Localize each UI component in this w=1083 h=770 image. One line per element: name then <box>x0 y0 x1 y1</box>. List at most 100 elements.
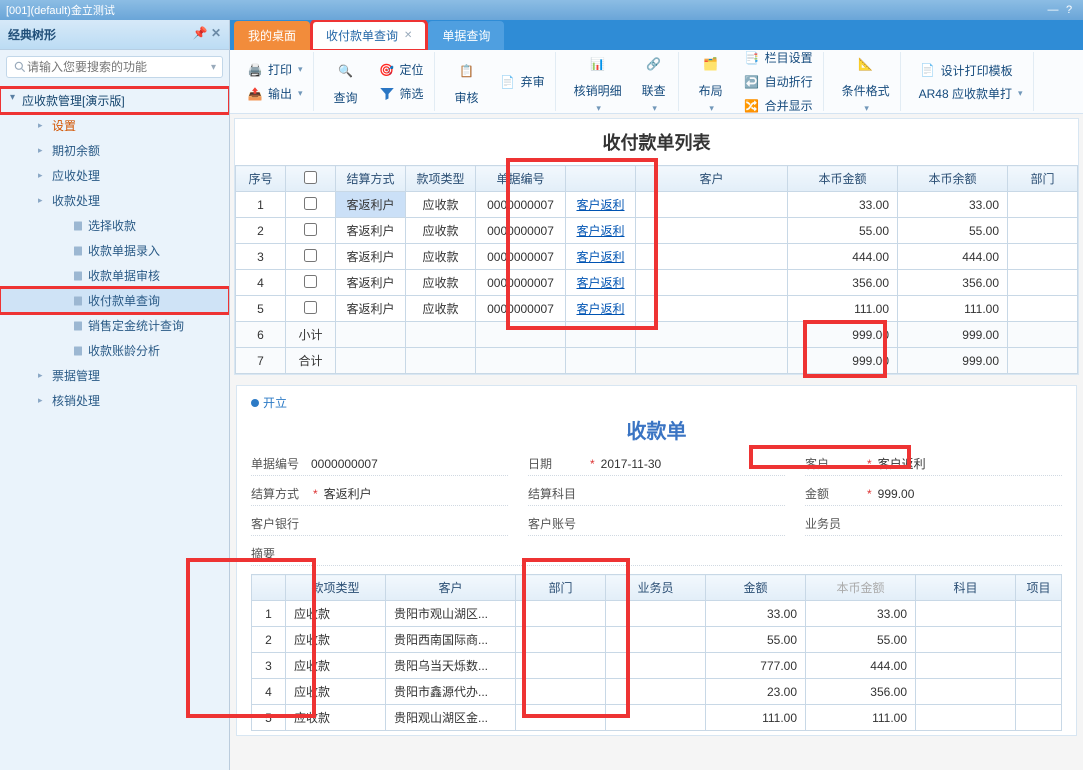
tree-leaf-deposit[interactable]: 销售定金统计查询 <box>0 313 229 338</box>
search-input[interactable] <box>27 60 211 74</box>
cell-subj <box>916 601 1016 627</box>
detail-icon: 📊 <box>584 50 612 78</box>
cell-check[interactable] <box>286 296 336 322</box>
export-button[interactable]: 📤输出 <box>242 83 307 105</box>
table-row[interactable]: 5 客返利户 应收款 0000000007 客户返利 111.00 111.00 <box>236 296 1078 322</box>
dcol-dept[interactable]: 部门 <box>516 575 606 601</box>
dcol-sales[interactable]: 业务员 <box>606 575 706 601</box>
cell-check[interactable] <box>286 244 336 270</box>
cell-cust[interactable]: 贵阳市鑫源代办... <box>386 679 516 705</box>
detail-header-row: 款项类型 客户 部门 业务员 金额 本币金额 科目 项目 <box>252 575 1062 601</box>
locate-icon: 🎯 <box>378 61 396 79</box>
sidebar-search[interactable]: ▾ <box>6 56 223 78</box>
col-cust[interactable]: 客户 <box>636 166 788 192</box>
dcol-cust[interactable]: 客户 <box>386 575 516 601</box>
cell-settle: 客返利户 <box>336 296 406 322</box>
autowrap-button[interactable]: ↩️自动折行 <box>739 71 817 93</box>
colset-button[interactable]: 📑栏目设置 <box>739 47 817 69</box>
abandon-icon: 📄 <box>499 73 517 91</box>
table-row[interactable]: 4 应收款 贵阳市鑫源代办... 23.00 356.00 <box>252 679 1062 705</box>
cell-seq: 1 <box>236 192 286 218</box>
layout-icon: 🗂️ <box>697 50 725 78</box>
cell-cust-link[interactable]: 客户返利 <box>566 296 636 322</box>
cell-cust[interactable]: 贵阳乌当天烁数... <box>386 653 516 679</box>
check-all[interactable] <box>304 171 317 184</box>
tab-desktop[interactable]: 我的桌面 <box>234 21 310 50</box>
cell-proj <box>1016 679 1062 705</box>
help-icon[interactable]: ? <box>1061 4 1077 16</box>
cell-cust[interactable]: 贵阳观山湖区金... <box>386 705 516 731</box>
tree-root[interactable]: 应收款管理[演示版] <box>0 88 229 113</box>
table-row[interactable]: 2 客返利户 应收款 0000000007 客户返利 55.00 55.00 <box>236 218 1078 244</box>
cell-cust-link[interactable]: 客户返利 <box>566 270 636 296</box>
dcol-type[interactable]: 款项类型 <box>286 575 386 601</box>
close-icon[interactable]: ✕ <box>404 30 412 41</box>
sidebar-close-icon[interactable]: ✕ <box>211 26 221 40</box>
cell-sales <box>606 653 706 679</box>
table-row[interactable]: 3 客返利户 应收款 0000000007 客户返利 444.00 444.00 <box>236 244 1078 270</box>
tab-query[interactable]: 收付款单查询✕ <box>312 21 426 50</box>
minimize-icon[interactable]: — <box>1045 4 1061 16</box>
abandon-button[interactable]: 📄弃审 <box>495 71 549 93</box>
tree-leaf-aging[interactable]: 收款账龄分析 <box>0 338 229 363</box>
search-icon <box>13 60 27 74</box>
cell-check[interactable] <box>286 270 336 296</box>
ar48-button[interactable]: AR48 应收款单打 <box>915 83 1027 104</box>
tree-leaf-select[interactable]: 选择收款 <box>0 213 229 238</box>
col-dept[interactable]: 部门 <box>1008 166 1078 192</box>
tree-leaf-entry[interactable]: 收款单据录入 <box>0 238 229 263</box>
dcol-proj[interactable]: 项目 <box>1016 575 1062 601</box>
locate-button[interactable]: 🎯定位 <box>374 59 428 81</box>
cell-cust-link[interactable]: 客户返利 <box>566 218 636 244</box>
cell-cust[interactable]: 贵阳西南国际商... <box>386 627 516 653</box>
query-button[interactable]: 🔍查询 <box>328 55 364 108</box>
tree-leaf-query[interactable]: 收付款单查询 <box>0 288 229 313</box>
table-row[interactable]: 1 应收款 贵阳市观山湖区... 33.00 33.00 <box>252 601 1062 627</box>
col-settle[interactable]: 结算方式 <box>336 166 406 192</box>
dcol-bbamt[interactable]: 本币金额 <box>806 575 916 601</box>
tree-opening[interactable]: 期初余额 <box>0 138 229 163</box>
search-dropdown-icon[interactable]: ▾ <box>211 62 216 73</box>
dcol-amt[interactable]: 金额 <box>706 575 806 601</box>
col-bbamt[interactable]: 本币金额 <box>788 166 898 192</box>
filter-button[interactable]: 筛选 <box>374 83 428 105</box>
audit-button[interactable]: 📋审核 <box>449 55 485 108</box>
row-checkbox[interactable] <box>304 223 317 236</box>
tree-writeoff[interactable]: 核销处理 <box>0 388 229 413</box>
layout-button[interactable]: 🗂️布局 <box>693 48 729 116</box>
table-row[interactable]: 2 应收款 贵阳西南国际商... 55.00 55.00 <box>252 627 1062 653</box>
tab-billquery[interactable]: 单据查询 <box>428 21 504 50</box>
col-type[interactable]: 款项类型 <box>406 166 476 192</box>
table-row[interactable]: 3 应收款 贵阳乌当天烁数... 777.00 444.00 <box>252 653 1062 679</box>
cell-cust-link[interactable]: 客户返利 <box>566 192 636 218</box>
merge-button[interactable]: 🔀合并显示 <box>739 95 817 117</box>
link-button[interactable]: 🔗联查 <box>636 48 672 116</box>
row-checkbox[interactable] <box>304 275 317 288</box>
table-row[interactable]: 4 客返利户 应收款 0000000007 客户返利 356.00 356.00 <box>236 270 1078 296</box>
detail-button[interactable]: 📊核销明细 <box>570 48 626 116</box>
designtpl-button[interactable]: 📄设计打印模板 <box>915 59 1027 81</box>
col-seq[interactable]: 序号 <box>236 166 286 192</box>
cell-check[interactable] <box>286 218 336 244</box>
row-checkbox[interactable] <box>304 301 317 314</box>
col-check[interactable] <box>286 166 336 192</box>
cell-bbamt: 111.00 <box>788 296 898 322</box>
col-billno[interactable]: 单据编号 <box>476 166 566 192</box>
cell-cust[interactable]: 贵阳市观山湖区... <box>386 601 516 627</box>
tree-arproc[interactable]: 应收处理 <box>0 163 229 188</box>
row-checkbox[interactable] <box>304 249 317 262</box>
row-checkbox[interactable] <box>304 197 317 210</box>
tree-rcvproc[interactable]: 收款处理 <box>0 188 229 213</box>
cell-check[interactable] <box>286 192 336 218</box>
col-bbbal[interactable]: 本币余额 <box>898 166 1008 192</box>
print-button[interactable]: 🖨️打印 <box>242 59 307 81</box>
sidebar-pin-icon[interactable]: 📌 <box>193 26 208 40</box>
tree-leaf-audit[interactable]: 收款单据审核 <box>0 263 229 288</box>
table-row[interactable]: 1 客返利户 应收款 0000000007 客户返利 33.00 33.00 <box>236 192 1078 218</box>
tree-bill[interactable]: 票据管理 <box>0 363 229 388</box>
dcol-subj[interactable]: 科目 <box>916 575 1016 601</box>
table-row[interactable]: 5 应收款 贵阳观山湖区金... 111.00 111.00 <box>252 705 1062 731</box>
tree-setup[interactable]: 设置 <box>0 113 229 138</box>
cell-cust-link[interactable]: 客户返利 <box>566 244 636 270</box>
condfmt-button[interactable]: 📐条件格式 <box>838 48 894 116</box>
